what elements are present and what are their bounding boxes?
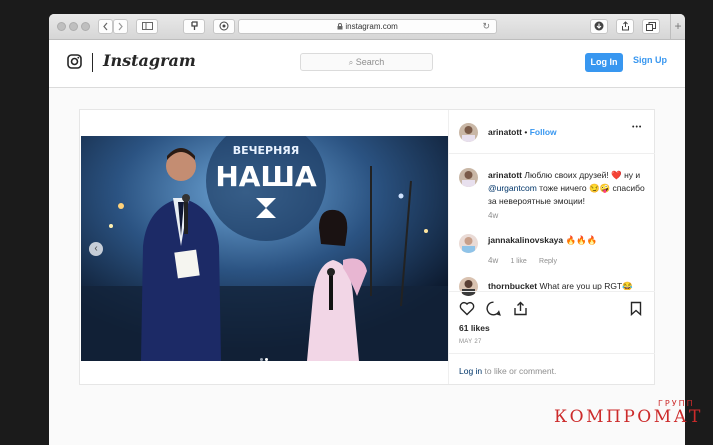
url-text: instagram.com	[345, 22, 398, 31]
photo-illustration: ВЕЧЕРНЯЯ НАША	[81, 136, 448, 361]
wink-emoji: 😏🤪	[588, 183, 611, 193]
downloads-button[interactable]	[590, 19, 608, 34]
avatar[interactable]	[459, 277, 478, 296]
signup-link[interactable]: Sign Up	[633, 55, 667, 65]
caption: arinatott Люблю своих друзей! ❤️ ну и @u…	[488, 169, 648, 208]
avatar[interactable]	[459, 168, 478, 187]
new-tab-button[interactable]: +	[670, 14, 685, 39]
author-username[interactable]: arinatott	[488, 127, 522, 137]
search-icon: ⌕	[348, 58, 354, 67]
browser-window: instagram.com ↻ + Instagram ⌕ Search Log…	[49, 14, 685, 445]
instagram-header: Instagram ⌕ Search Log In Sign Up	[49, 40, 685, 88]
reload-icon[interactable]: ↻	[482, 20, 490, 33]
comment: jannakalinovskaya 🔥🔥🔥	[488, 235, 597, 246]
watermark: КОМПРОМАТ	[554, 407, 703, 427]
heart-emoji: ❤️	[611, 170, 622, 180]
post-date: MAY 27	[459, 339, 482, 345]
comment-username[interactable]: thornbucket	[488, 281, 537, 290]
instagram-wordmark[interactable]: Instagram	[103, 51, 196, 70]
actions-divider	[449, 291, 655, 292]
logo-divider	[92, 53, 93, 72]
likes-count[interactable]: 61 likes	[459, 323, 490, 333]
post-author: arinatott • Follow	[488, 127, 557, 137]
post-photo[interactable]: ВЕЧЕРНЯЯ НАША ‹	[81, 136, 448, 361]
post-card: ВЕЧЕРНЯЯ НАША ‹ arinatott • Follow ••• a…	[79, 109, 655, 385]
post-sidebar: arinatott • Follow ••• arinatott Люблю с…	[448, 110, 655, 384]
back-button[interactable]	[98, 19, 113, 34]
comment-meta: 4w 1 like Reply	[488, 256, 557, 265]
download-icon	[594, 21, 604, 31]
caption-time: 4w	[488, 211, 499, 220]
pin-icon	[190, 21, 198, 30]
sign-line-2: НАША	[215, 160, 317, 193]
privacy-icon	[219, 21, 229, 31]
search-placeholder: Search	[355, 57, 385, 67]
forward-button[interactable]	[113, 19, 128, 34]
bookmark-icon[interactable]	[630, 301, 642, 316]
sidebar-icon	[141, 22, 153, 30]
comment-icon[interactable]	[486, 301, 501, 316]
comment-text: What are you up RGT😂	[539, 281, 633, 290]
close-window-button[interactable]	[57, 22, 66, 31]
login-divider	[449, 353, 655, 354]
login-link[interactable]: Log in	[459, 366, 482, 376]
pinterest-button[interactable]	[183, 19, 205, 34]
login-prompt: Log in to like or comment.	[459, 366, 556, 376]
follow-separator: •	[524, 127, 528, 137]
caption-text-3: тоже ничего	[536, 183, 589, 193]
lock-icon	[337, 23, 343, 30]
follow-button[interactable]: Follow	[530, 127, 557, 137]
zoom-window-button[interactable]	[81, 22, 90, 31]
previous-photo-button[interactable]: ‹	[89, 242, 103, 256]
tabs-icon	[646, 22, 656, 31]
comment-time: 4w	[488, 256, 499, 265]
instagram-logo-icon[interactable]	[67, 54, 82, 69]
caption-text-2: ну и	[621, 170, 641, 180]
avatar[interactable]	[459, 123, 478, 142]
caption-username[interactable]: arinatott	[488, 170, 522, 180]
address-bar[interactable]: instagram.com ↻	[238, 19, 497, 34]
chevron-left-icon	[103, 22, 108, 31]
chevron-right-icon	[118, 22, 123, 31]
share-button[interactable]	[616, 19, 634, 34]
reply-button[interactable]: Reply	[539, 258, 557, 265]
avatar[interactable]	[459, 234, 478, 253]
privacy-button[interactable]	[213, 19, 235, 34]
browser-toolbar: instagram.com ↻ +	[49, 14, 685, 40]
comment-text: 🔥🔥🔥	[565, 235, 598, 245]
login-prompt-text: to like or comment.	[482, 366, 557, 376]
login-button[interactable]: Log In	[585, 53, 623, 72]
comment-username[interactable]: jannakalinovskaya	[488, 235, 563, 245]
share-icon	[621, 21, 629, 31]
caption-text-1: Люблю своих друзей!	[524, 170, 612, 180]
sidebar-button[interactable]	[136, 19, 158, 34]
tabs-overview-button[interactable]	[642, 19, 660, 34]
comment: thornbucket What are you up RGT😂	[488, 281, 633, 290]
more-options-icon[interactable]: •••	[632, 124, 642, 131]
minimize-window-button[interactable]	[69, 22, 78, 31]
comment-likes[interactable]: 1 like	[510, 258, 526, 265]
header-divider	[449, 153, 655, 154]
search-input[interactable]: ⌕ Search	[300, 53, 433, 71]
sign-line-1: ВЕЧЕРНЯЯ	[233, 144, 300, 157]
like-icon[interactable]	[459, 301, 475, 316]
share-icon[interactable]	[513, 301, 528, 316]
mention-link[interactable]: @urgantcom	[488, 183, 537, 193]
carousel-dots	[259, 348, 269, 361]
